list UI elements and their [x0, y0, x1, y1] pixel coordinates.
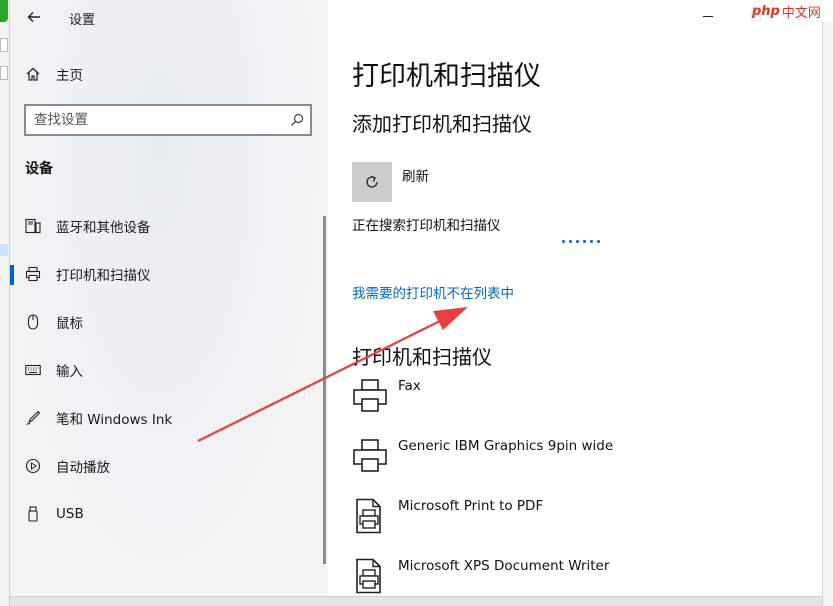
sidebar-item-mouse[interactable]: 鼠标 [10, 302, 328, 342]
printer-icon [24, 265, 42, 283]
searching-status: 正在搜索打印机和扫描仪 [352, 218, 501, 234]
watermark-site: 中文网 [781, 5, 821, 21]
sidebar-item-label: 蓝牙和其他设备 [56, 220, 151, 236]
printers-list-heading: 打印机和扫描仪 [352, 345, 492, 369]
sidebar-item-bluetooth[interactable]: 蓝牙和其他设备 [10, 206, 328, 246]
sidebar-item-home[interactable]: 主页 [10, 54, 328, 94]
page-title: 打印机和扫描仪 [352, 61, 541, 92]
pen-icon [24, 409, 42, 427]
sidebar-item-autoplay[interactable]: 自动播放 [10, 446, 328, 486]
usb-icon [24, 505, 42, 523]
background-window-edge [0, 0, 10, 606]
search-icon [291, 113, 304, 126]
autoplay-icon [24, 457, 42, 475]
printer-name: Fax [398, 378, 421, 394]
keyboard-icon [24, 361, 42, 379]
section-title: 设备 [25, 161, 53, 177]
printer-not-listed-link[interactable]: 我需要的打印机不在列表中 [352, 282, 514, 302]
sidebar-item-typing[interactable]: 输入 [10, 350, 328, 390]
site-watermark: php 中文网 [748, 0, 833, 22]
sidebar-item-label: 鼠标 [56, 316, 83, 332]
printer-item-print-to-pdf[interactable]: Microsoft Print to PDF [352, 498, 812, 548]
sidebar-item-label: 输入 [56, 364, 83, 380]
printer-item-fax[interactable]: Fax [352, 378, 812, 428]
watermark-brand: php [752, 3, 780, 19]
sidebar-item-usb[interactable]: USB [10, 494, 328, 534]
main-content: 打印机和扫描仪 添加打印机和扫描仪 刷新 正在搜索打印机和扫描仪 我需要的打印机… [328, 0, 822, 596]
devices-icon [24, 217, 42, 235]
settings-window: 设置 主页 设备 蓝牙和其他设备 打印机和扫描仪 [10, 0, 822, 596]
refresh-icon [366, 175, 378, 188]
printer-name: Microsoft XPS Document Writer [398, 558, 610, 574]
background-field [0, 66, 8, 80]
document-printer-icon [356, 558, 381, 594]
background-window-edge [10, 596, 822, 606]
background-selection [0, 244, 8, 256]
sidebar-item-label: 主页 [56, 68, 83, 84]
search-input[interactable] [34, 110, 274, 130]
sidebar-item-printers[interactable]: 打印机和扫描仪 [10, 254, 328, 294]
sidebar-item-label: 笔和 Windows Ink [56, 412, 173, 428]
document-printer-icon [356, 498, 381, 534]
background-field [0, 38, 8, 52]
back-arrow-icon [27, 12, 40, 22]
refresh-label[interactable]: 刷新 [402, 165, 429, 185]
sidebar-item-pen[interactable]: 笔和 Windows Ink [10, 398, 328, 438]
refresh-button[interactable] [352, 162, 392, 202]
home-icon [24, 65, 42, 83]
add-printers-heading: 添加打印机和扫描仪 [352, 112, 532, 136]
printer-item-generic-ibm[interactable]: Generic IBM Graphics 9pin wide [352, 438, 812, 488]
printer-item-xps-writer[interactable]: Microsoft XPS Document Writer [352, 558, 812, 596]
window-title: 设置 [69, 13, 96, 28]
mouse-icon [24, 313, 42, 331]
sidebar: 设置 主页 设备 蓝牙和其他设备 打印机和扫描仪 [10, 0, 328, 596]
sidebar-item-label: USB [56, 506, 84, 522]
printer-name: Generic IBM Graphics 9pin wide [398, 438, 614, 454]
printer-icon [353, 379, 387, 412]
minimize-icon [703, 16, 713, 17]
search-box[interactable] [24, 104, 312, 136]
background-window-edge [822, 0, 833, 606]
back-button[interactable] [22, 6, 46, 28]
background-app-icon [0, 0, 8, 22]
sidebar-item-label: 打印机和扫描仪 [56, 268, 151, 284]
minimize-button[interactable] [688, 4, 728, 28]
printer-name: Microsoft Print to PDF [398, 498, 544, 514]
printer-icon [353, 439, 387, 472]
progress-dots [562, 240, 600, 243]
sidebar-scrollbar[interactable] [323, 216, 326, 564]
sidebar-item-label: 自动播放 [56, 460, 110, 476]
